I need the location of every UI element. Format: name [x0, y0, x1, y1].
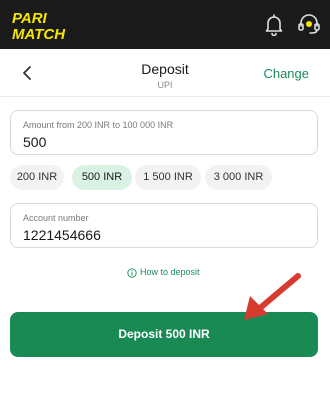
page-header: Deposit UPI Change — [0, 49, 330, 97]
logo-line-1: PARI — [12, 10, 48, 27]
amount-field-label: Amount from 200 INR to 100 000 INR — [23, 120, 174, 130]
preset-200-button[interactable]: 200 INR — [10, 165, 64, 190]
preset-1500-button[interactable]: 1 500 INR — [135, 165, 201, 190]
bell-icon[interactable] — [262, 12, 286, 36]
support-headset-icon[interactable] — [296, 12, 322, 36]
parimatch-logo[interactable]: PARI MATCH — [10, 8, 88, 42]
logo-line-2: MATCH — [12, 26, 66, 42]
change-method-link[interactable]: Change — [263, 66, 309, 81]
amount-field[interactable]: Amount from 200 INR to 100 000 INR 500 — [10, 110, 318, 155]
info-icon — [127, 268, 137, 278]
payment-method-subtitle: UPI — [157, 80, 173, 90]
account-number-label: Account number — [23, 213, 89, 223]
amount-input[interactable]: 500 — [23, 134, 46, 150]
annotation-arrow-icon — [244, 273, 301, 320]
account-number-field[interactable]: Account number 1221454666 — [10, 203, 318, 248]
how-to-deposit-label: How to deposit — [140, 267, 200, 277]
preset-500-button[interactable]: 500 INR — [72, 165, 132, 190]
preset-3000-button[interactable]: 3 000 INR — [205, 165, 272, 190]
account-number-input[interactable]: 1221454666 — [23, 227, 101, 243]
top-bar: PARI MATCH — [0, 0, 330, 49]
